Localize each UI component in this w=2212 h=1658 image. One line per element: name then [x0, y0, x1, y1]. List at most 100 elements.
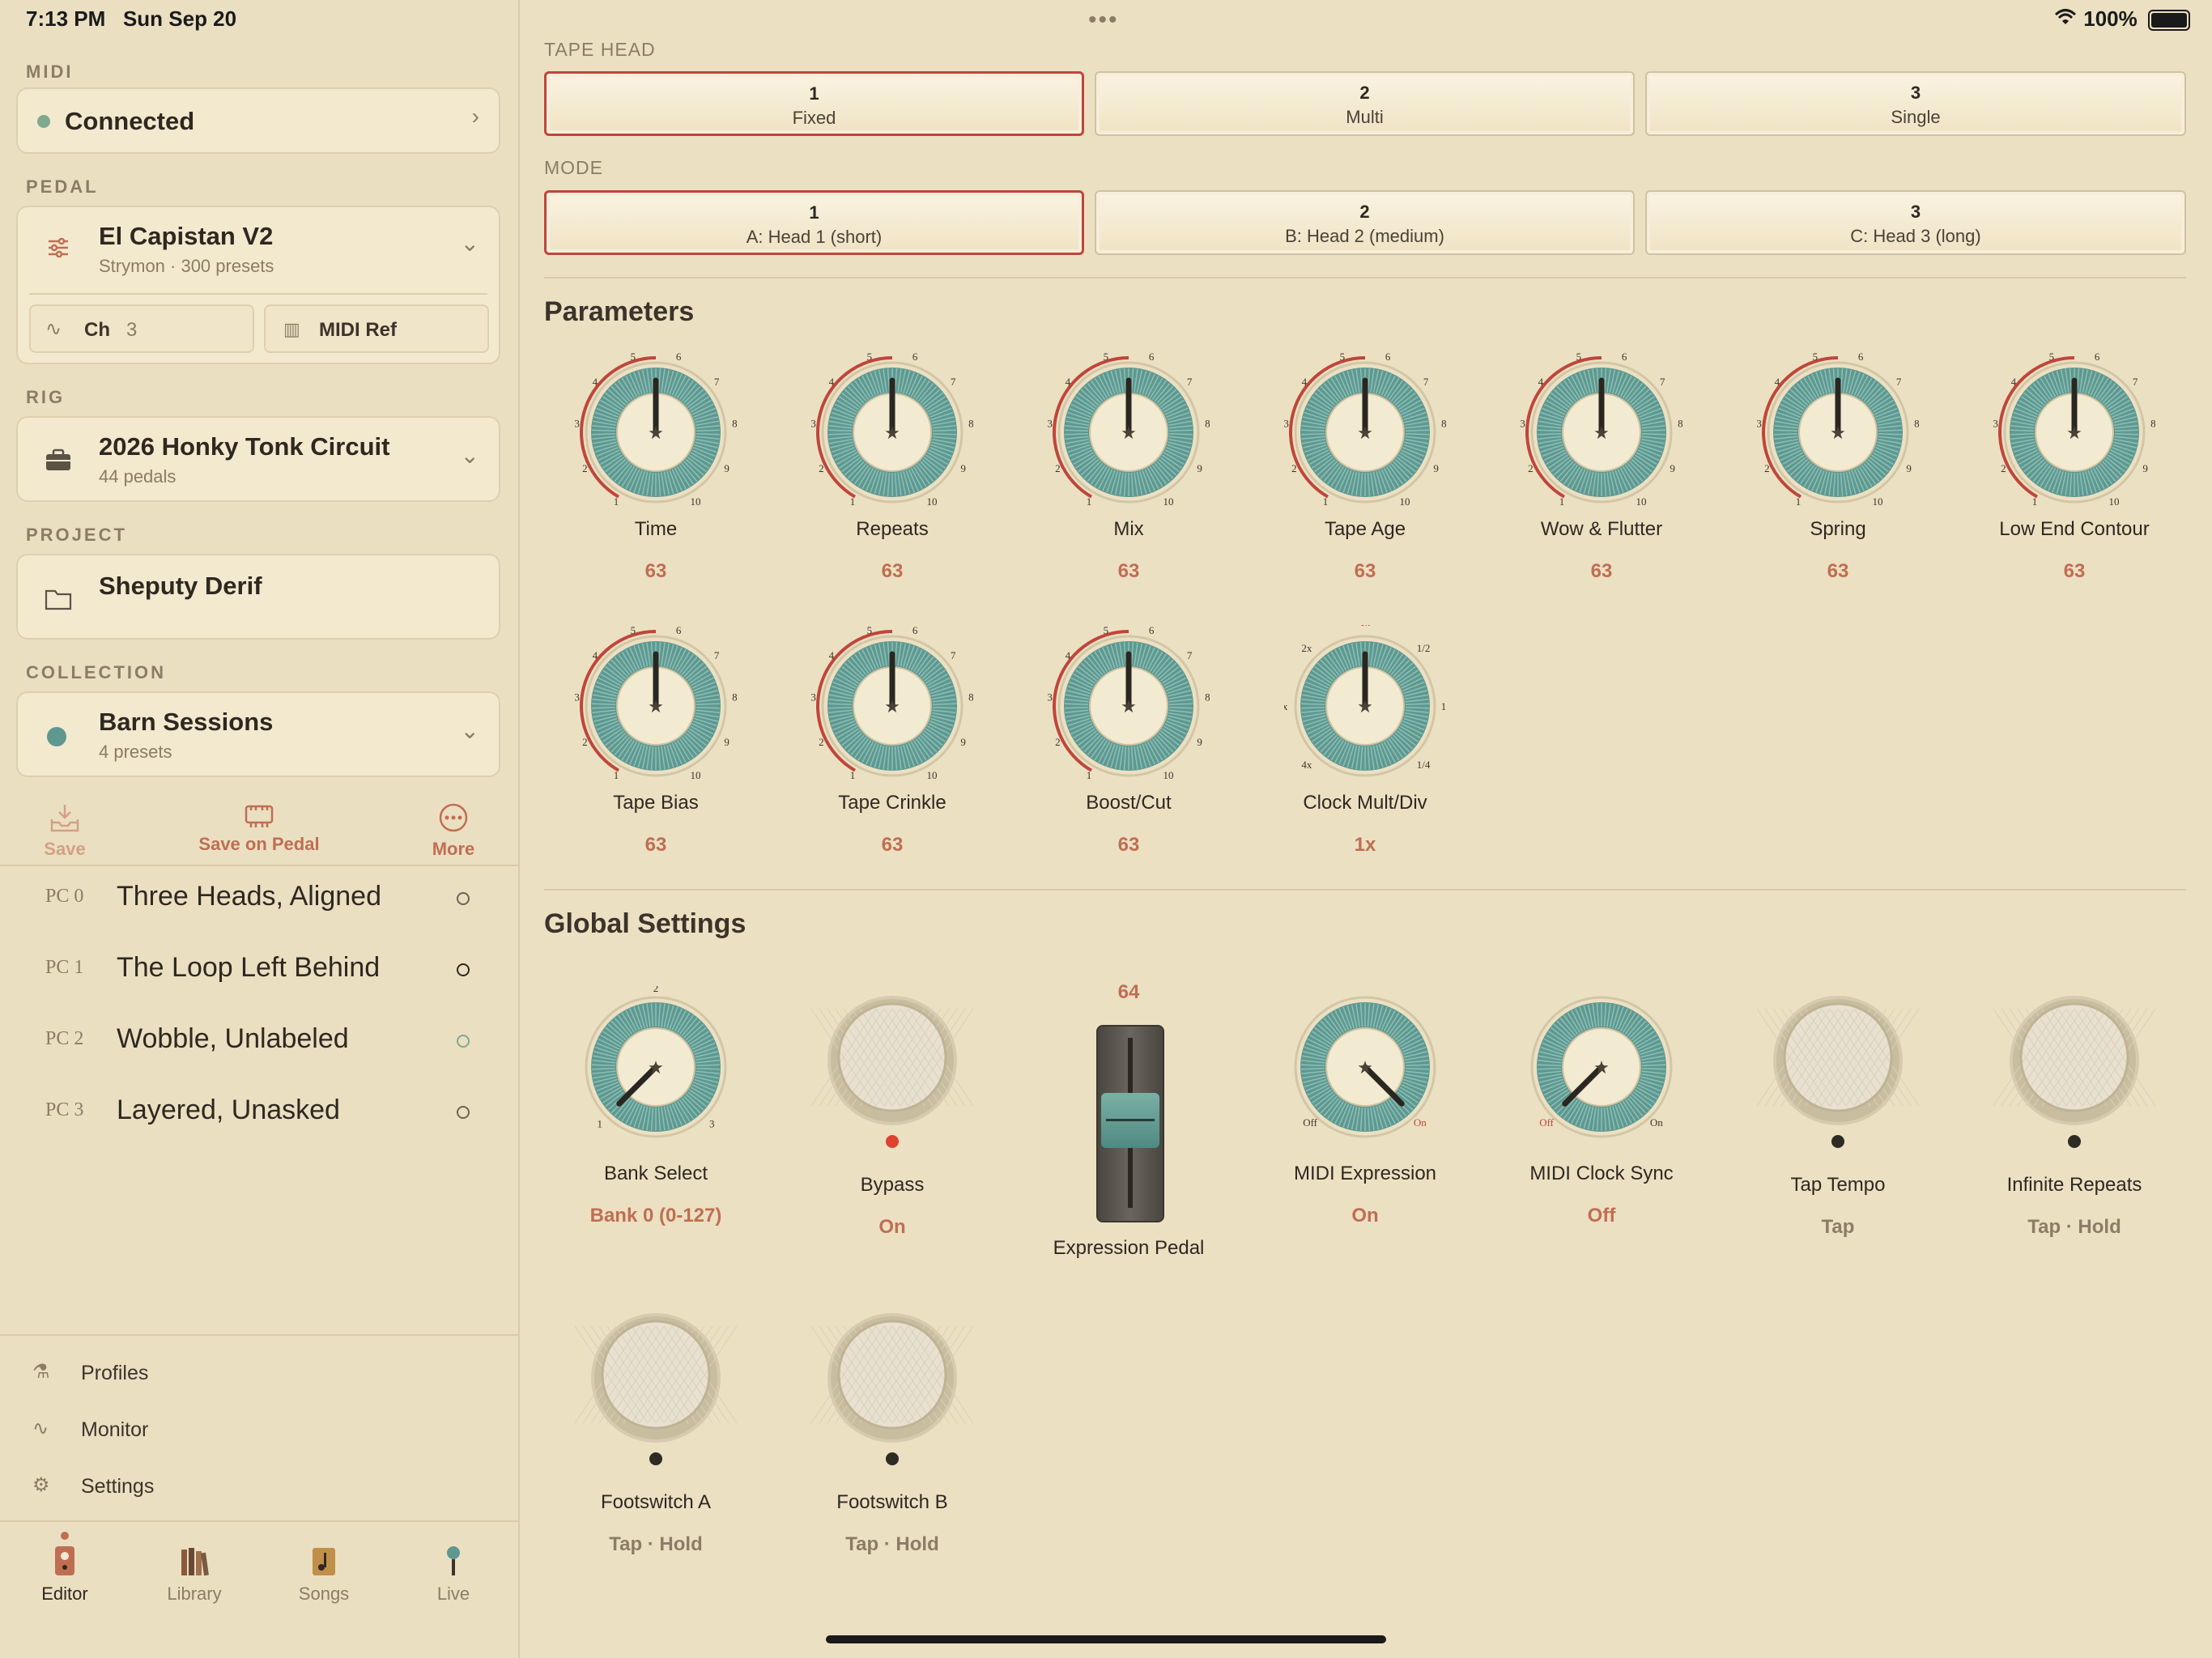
knob-ridge — [1168, 432, 1193, 436]
preset-row[interactable]: PC 0 Three Heads, Aligned — [0, 866, 518, 937]
preset-row[interactable]: PC 3 Layered, Unasked — [0, 1080, 518, 1151]
param-knob[interactable]: ★ 1 2 3 4 5 6 7 8 9 10 — [811, 625, 973, 787]
channel-value: 3 — [126, 319, 138, 341]
param-knob[interactable]: ★ 1 2 3 4 5 6 7 8 9 10 — [811, 351, 973, 513]
param-knob[interactable]: ★ 1 2 3 4 5 6 7 8 9 10 — [575, 625, 737, 787]
param-knob-control[interactable]: ★ 1 2 3 4 5 6 7 8 9 10 Low End Contour 63 — [1977, 351, 2172, 594]
tab-editor[interactable]: Editor — [16, 1543, 113, 1605]
knob-value: Bank 0 (0-127) — [589, 1205, 722, 1226]
preset-status-icon — [457, 963, 470, 976]
chevron-down-icon[interactable]: ⌄ — [461, 230, 479, 257]
tape-head-option-2[interactable]: 2 Multi — [1095, 71, 1635, 136]
pulse-icon: ∿ — [45, 318, 62, 340]
books-icon — [181, 1548, 209, 1576]
divider — [544, 277, 2186, 278]
switch-name: Footswitch A — [600, 1491, 712, 1513]
briefcase-icon — [42, 444, 74, 476]
param-knob[interactable]: ★ 1 2 3 4 5 6 7 8 9 10 — [1048, 625, 1210, 787]
param-knob[interactable]: ★ 1 2 3 4 5 6 7 8 9 10 — [1757, 351, 1919, 513]
channel-button[interactable]: ∿ Ch 3 — [29, 304, 254, 353]
knob-ridge — [1065, 429, 1089, 432]
knob-ridge — [1878, 429, 1902, 432]
param-knob-control[interactable]: ★ 1 2 3 4 5 6 7 8 9 10 Spring 63 — [1741, 351, 1935, 594]
param-knob[interactable]: ★ 1 2 3 4 5 6 7 8 9 10 — [1993, 351, 2155, 513]
knob-name: MIDI Expression — [1293, 1163, 1437, 1184]
collection-card[interactable]: Barn Sessions 4 presets ⌄ — [16, 691, 500, 777]
knob-name: Boost/Cut — [1086, 792, 1172, 814]
midi-expression-control[interactable]: ★ Off On MIDI Expression On — [1268, 986, 1462, 1245]
switch-value: Tap — [1821, 1216, 1855, 1238]
scale-label: 2 — [653, 986, 659, 994]
more-button[interactable]: More — [413, 801, 494, 860]
param-knob-control[interactable]: ★ 1 2 3 4 5 6 7 8 9 10 Time 63 — [559, 351, 753, 594]
profiles-nav[interactable]: ⚗ Profiles — [32, 1360, 148, 1384]
param-knob[interactable]: ★ 1 2 3 4 5 6 7 8 9 10 — [1521, 351, 1682, 513]
bank-select-control[interactable]: ★ 1 2 3 Bank Select Bank 0 (0-127) — [559, 986, 753, 1245]
midi-expression-knob[interactable]: ★ Off On — [1284, 986, 1446, 1148]
rig-card[interactable]: 2026 Honky Tonk Circuit 44 pedals ⌄ — [16, 416, 500, 502]
tap-tempo-control[interactable]: Tap Tempo Tap — [1741, 996, 1935, 1255]
tab-songs[interactable]: Songs — [275, 1543, 372, 1605]
param-knob-control[interactable]: ★ 1 2 3 4 5 6 7 8 9 10 Tape Age 63 — [1268, 351, 1462, 594]
multitask-dots-icon[interactable]: ••• — [1088, 6, 1119, 34]
expression-slider-track[interactable] — [1096, 1025, 1164, 1222]
infinite-repeats-control[interactable]: Infinite Repeats Tap · Hold — [1977, 996, 2172, 1255]
mode-option-2[interactable]: 2 B: Head 2 (medium) — [1095, 190, 1635, 255]
tab-library[interactable]: Library — [146, 1543, 243, 1605]
scale-label: 6 — [1858, 351, 1864, 363]
scale-label: 8 — [1205, 418, 1210, 430]
scale-label: 9 — [2142, 462, 2148, 474]
collection-color-dot — [47, 727, 66, 746]
param-knob-control[interactable]: ★ 1 2 3 4 5 6 7 8 9 10 Repeats 63 — [795, 351, 989, 594]
param-knob-control[interactable]: ★ 1 2 3 4 5 6 7 8 9 10 Tape Bias 63 — [559, 625, 753, 868]
scale-label: 9 — [1197, 736, 1202, 748]
save-button[interactable]: Save — [24, 801, 105, 860]
tape-head-option-1[interactable]: 1 Fixed — [544, 71, 1084, 136]
scale-label: 3 — [1048, 418, 1053, 430]
preset-row[interactable]: PC 2 Wobble, Unlabeled — [0, 1009, 518, 1080]
scale-label: 6 — [676, 625, 682, 636]
knob-value: 63 — [881, 834, 904, 856]
bank-select-knob[interactable]: ★ 1 2 3 — [575, 986, 737, 1148]
midi-clock-sync-control[interactable]: ★ Off On MIDI Clock Sync Off — [1504, 986, 1699, 1245]
tape-head-option-3[interactable]: 3 Single — [1645, 71, 2186, 136]
infinite-repeats-footswitch[interactable] — [1993, 996, 2155, 1158]
expression-slider-thumb[interactable] — [1101, 1093, 1159, 1148]
param-knob[interactable]: ★ 1 2 3 4 5 6 7 8 9 10 — [575, 351, 737, 513]
param-knob[interactable]: ★ 1 2 3 4 5 6 7 8 9 10 — [1284, 351, 1446, 513]
chevron-right-icon: › — [471, 104, 479, 129]
bypass-footswitch[interactable] — [811, 996, 973, 1158]
switch-name: Tap Tempo — [1790, 1174, 1886, 1196]
mode-option-3[interactable]: 3 C: Head 3 (long) — [1645, 190, 2186, 255]
param-knob[interactable]: ★ 4x 3x 2x 1x 1/2 1/3 1/4 — [1284, 625, 1446, 787]
footswitch-a[interactable] — [575, 1313, 737, 1475]
param-knob-control[interactable]: ★ 1 2 3 4 5 6 7 8 9 10 Wow & Flutter 63 — [1504, 351, 1699, 594]
scale-label: 8 — [2150, 418, 2155, 430]
scale-label: 6 — [912, 351, 918, 363]
param-knob-control[interactable]: ★ 1 2 3 4 5 6 7 8 9 10 Tape Crinkle 63 — [795, 625, 989, 868]
expression-pedal-control[interactable]: 64 Expression Pedal — [1032, 981, 1226, 1273]
save-on-pedal-button[interactable]: Save on Pedal — [178, 801, 340, 855]
mode-option-1[interactable]: 1 A: Head 1 (short) — [544, 190, 1084, 255]
scale-label: 1 — [614, 495, 619, 508]
param-knob-control[interactable]: ★ 1 2 3 4 5 6 7 8 9 10 Boost/Cut 63 — [1032, 625, 1226, 868]
tap-tempo-footswitch[interactable] — [1757, 996, 1919, 1158]
footswitch-b[interactable] — [811, 1313, 973, 1475]
preset-pc: PC 0 — [45, 886, 84, 907]
param-knob-control[interactable]: ★ 1 2 3 4 5 6 7 8 9 10 Mix 63 — [1032, 351, 1226, 594]
footswitch-a-control[interactable]: Footswitch A Tap · Hold — [559, 1313, 753, 1572]
param-knob[interactable]: ★ 1 2 3 4 5 6 7 8 9 10 — [1048, 351, 1210, 513]
settings-nav[interactable]: ⚙ Settings — [32, 1473, 154, 1498]
monitor-nav[interactable]: ∿ Monitor — [32, 1417, 148, 1441]
midi-clock-sync-knob[interactable]: ★ Off On — [1521, 986, 1682, 1148]
preset-row[interactable]: PC 1 The Loop Left Behind — [0, 937, 518, 1009]
scale-label: 2 — [1528, 462, 1534, 474]
footswitch-b-control[interactable]: Footswitch B Tap · Hold — [795, 1313, 989, 1572]
param-knob-control[interactable]: ★ 4x 3x 2x 1x 1/2 1/3 1/4 Clock Mult/Div 1x — [1268, 625, 1462, 868]
midi-status-card[interactable]: Connected › — [16, 87, 500, 154]
bypass-control[interactable]: Bypass On — [795, 996, 989, 1255]
project-card[interactable]: Sheputy Derif — [16, 554, 500, 640]
tape-head-label: TAPE HEAD — [544, 39, 656, 60]
tab-live[interactable]: Live — [405, 1543, 502, 1605]
midi-ref-button[interactable]: ▥ MIDI Ref — [264, 304, 489, 353]
